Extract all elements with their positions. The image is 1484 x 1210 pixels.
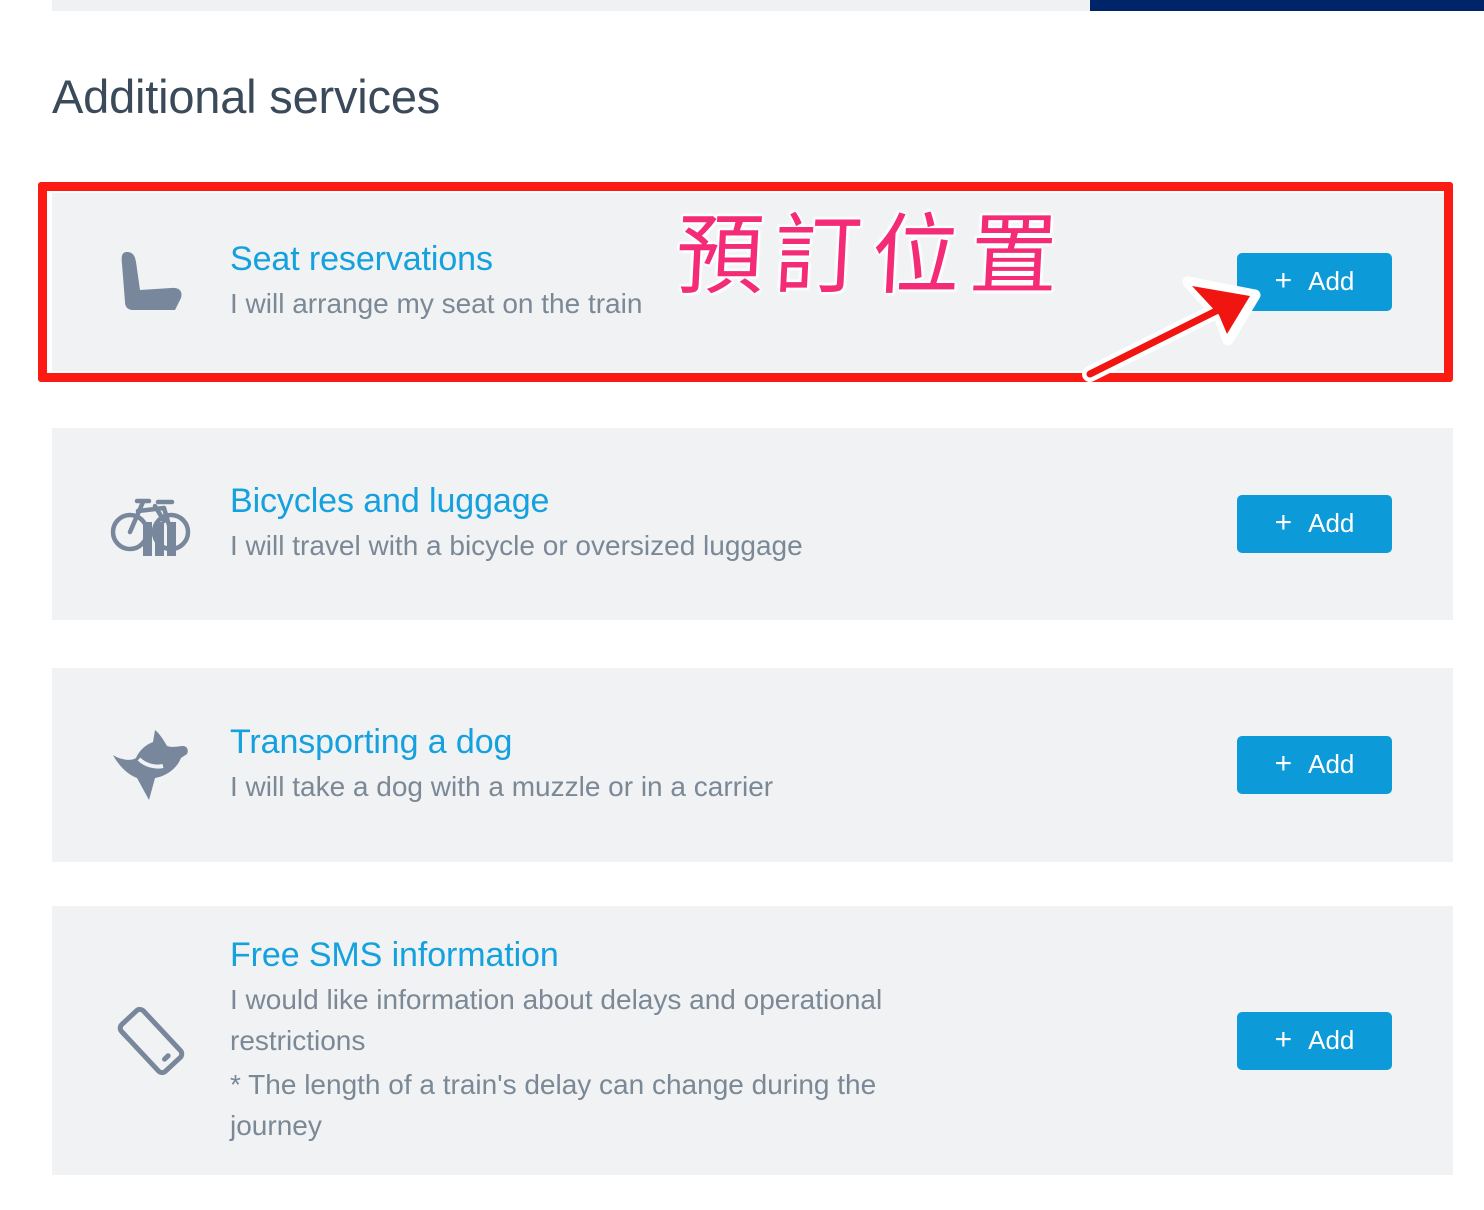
mobile-phone-icon (103, 1001, 199, 1081)
service-description: I would like information about delays an… (230, 984, 883, 1056)
service-description: I will arrange my seat on the train (230, 288, 643, 320)
add-button-label: Add (1308, 1024, 1355, 1055)
page-title: Additional services (52, 70, 441, 124)
plus-icon: + (1274, 264, 1293, 297)
service-row-bicycles-and-luggage[interactable]: Bicycles and luggage I will travel with … (52, 428, 1453, 620)
add-button-bicycles-and-luggage[interactable]: + Add (1237, 495, 1392, 553)
plus-icon: + (1274, 506, 1293, 539)
service-note: * The length of a train's delay can chan… (230, 1069, 877, 1141)
dog-icon (103, 726, 199, 804)
service-text-block: Bicycles and luggage I will travel with … (230, 481, 1230, 567)
service-title[interactable]: Free SMS information (230, 935, 1230, 976)
service-text-block: Free SMS information I would like inform… (230, 935, 1230, 1147)
service-row-seat-reservations[interactable]: Seat reservations I will arrange my seat… (52, 193, 1453, 371)
plus-icon: + (1274, 1022, 1293, 1056)
service-description: I will take a dog with a muzzle or in a … (230, 771, 774, 803)
add-button-label: Add (1308, 508, 1355, 538)
add-button-label: Add (1308, 749, 1355, 779)
service-description: I will travel with a bicycle or oversize… (230, 530, 803, 562)
plus-icon: + (1274, 747, 1293, 780)
bicycle-luggage-icon (103, 484, 199, 564)
service-row-transporting-a-dog[interactable]: Transporting a dog I will take a dog wit… (52, 668, 1453, 862)
service-text-block: Seat reservations I will arrange my seat… (230, 239, 1230, 325)
add-button-transporting-a-dog[interactable]: + Add (1237, 736, 1392, 794)
add-button-label: Add (1308, 266, 1355, 296)
additional-services-page: Additional services Seat reservations I … (0, 0, 1484, 1210)
service-text-block: Transporting a dog I will take a dog wit… (230, 722, 1230, 808)
service-row-free-sms-information[interactable]: Free SMS information I would like inform… (52, 906, 1453, 1175)
service-title[interactable]: Transporting a dog (230, 722, 1230, 763)
add-button-free-sms-information[interactable]: + Add (1237, 1011, 1392, 1070)
service-title[interactable]: Seat reservations (230, 239, 1230, 280)
service-title[interactable]: Bicycles and luggage (230, 481, 1230, 522)
seat-icon (103, 242, 199, 322)
add-button-seat-reservations[interactable]: + Add (1237, 253, 1392, 311)
